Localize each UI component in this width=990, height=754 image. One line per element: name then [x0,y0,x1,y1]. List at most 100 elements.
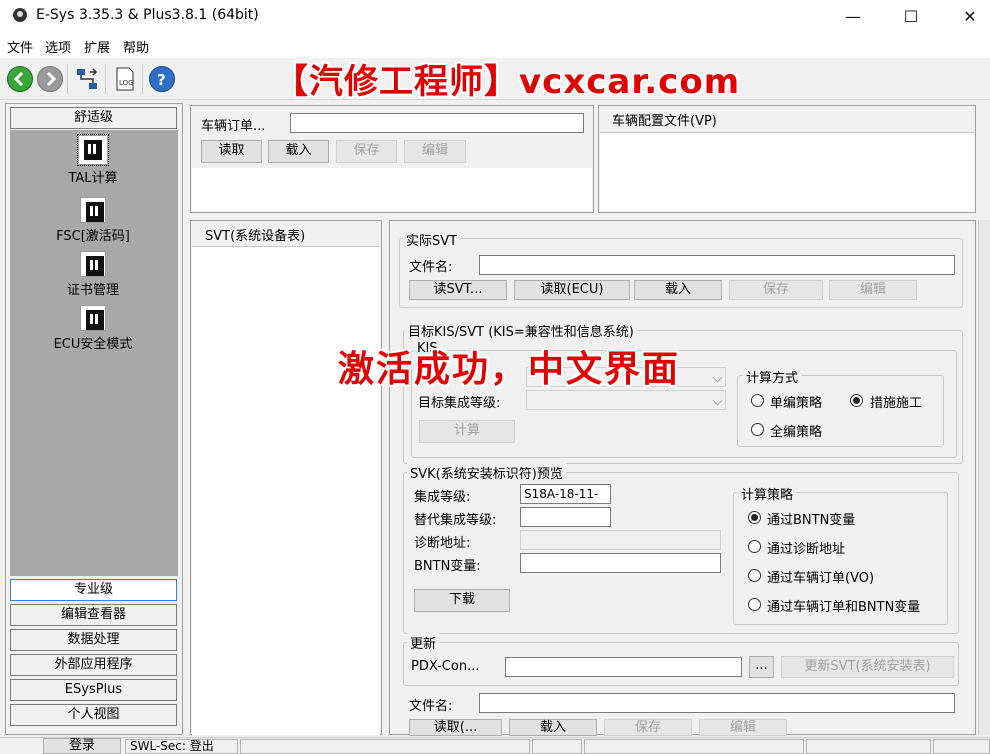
strategy-label-vo-bntn: 通过车辆订单和BNTN变量 [767,600,921,615]
category-editor-viewer[interactable]: 编辑查看器 [10,604,177,626]
tool-label: FSC[激活码] [56,229,130,244]
category-personal-view[interactable]: 个人视图 [10,704,177,726]
strategy-radio-vo[interactable] [748,569,761,582]
browse-button[interactable]: ... [749,656,774,678]
strategy-label-diag: 通过诊断地址 [767,542,846,557]
tool-certificate-management[interactable]: 证书管理 [20,251,166,298]
svk-alt-integration-field[interactable] [520,507,611,527]
category-external-apps[interactable]: 外部应用程序 [10,654,177,676]
update-load-button[interactable]: 载入 [509,719,597,736]
status-cell [806,739,931,754]
category-comfort[interactable]: 舒适级 [10,107,177,129]
svk-alt-integration-label: 替代集成等级: [414,513,497,528]
vertical-scrollbar[interactable] [978,220,990,735]
chevron-down-icon [712,395,723,406]
tool-tal-calculation[interactable]: TAL计算 [20,134,166,186]
login-button[interactable]: 登录 [43,738,121,754]
update-read-button[interactable]: 读取(... [409,719,502,736]
save-svt-button[interactable]: 保存 [729,280,823,300]
tool-label: ECU安全模式 [53,337,133,352]
toolbar-separator [142,64,143,94]
menu-options[interactable]: 选项 [45,37,71,56]
module-chip-icon [77,134,109,166]
load-svt-button[interactable]: 载入 [634,280,722,300]
read-ecu-button[interactable]: 读取(ECU) [514,280,630,300]
download-button[interactable]: 下载 [414,589,510,612]
menu-extensions[interactable]: 扩展 [84,37,110,56]
minimize-button[interactable]: — [830,0,876,32]
menu-file[interactable]: 文件 [7,37,33,56]
save-button[interactable]: 保存 [336,140,397,163]
update-save-button[interactable]: 保存 [604,719,692,736]
menu-help[interactable]: 帮助 [123,37,149,56]
svg-text:LOG: LOG [119,79,134,87]
forward-arrow-icon[interactable] [37,66,63,92]
edit-svt-button[interactable]: 编辑 [829,280,917,300]
status-cell [933,739,990,754]
update-edit-button[interactable]: 编辑 [699,719,787,736]
status-cell [532,739,582,754]
status-cell [584,739,804,754]
category-expert[interactable]: 专业级 [10,579,177,601]
tool-fsc-activation[interactable]: FSC[激活码] [20,197,166,244]
edit-button[interactable]: 编辑 [404,140,466,163]
svk-diag-label: 诊断地址: [414,536,471,551]
pdx-input[interactable] [505,657,742,677]
module-chip-icon [80,251,106,277]
status-cell [240,739,530,754]
calc-mode-label-measure: 措施施工 [870,396,923,411]
svk-bntn-label: BNTN变量: [414,559,481,574]
category-esysplus[interactable]: ESysPlus [10,679,177,701]
calculate-button[interactable]: 计算 [419,420,515,443]
svk-integration-label: 集成等级: [414,490,471,505]
app-icon [13,8,27,22]
target-level-label: 目标集成等级: [418,396,501,411]
svk-diag-field[interactable] [520,530,721,550]
calc-mode-radio-single[interactable] [751,394,764,407]
svk-integration-field[interactable]: S18A-18-11- [520,484,611,504]
strategy-radio-vo-bntn[interactable] [748,598,761,611]
load-button[interactable]: 载入 [268,140,329,163]
vehicle-order-input[interactable] [290,113,584,133]
overlay-message: 激活成功，中文界面 [338,349,681,390]
actual-svt-title: 实际SVT [403,230,461,249]
back-arrow-icon[interactable] [7,66,33,92]
calc-mode-title: 计算方式 [743,367,802,386]
actual-svt-file-label: 文件名: [409,260,453,275]
actual-svt-file-input[interactable] [479,255,955,275]
update-svt-button[interactable]: 更新SVT(系统安装表) [781,656,954,678]
calc-mode-label-full: 全编策略 [770,425,823,440]
update-file-input[interactable] [479,693,955,713]
calc-mode-radio-full[interactable] [751,423,764,436]
tool-label: TAL计算 [68,171,118,186]
maximize-button[interactable]: ☐ [888,0,934,32]
vehicle-order-content [192,168,592,211]
svk-bntn-field[interactable] [520,553,721,573]
strategy-radio-diag[interactable] [748,540,761,553]
calc-strategy-title: 计算策略 [738,484,797,503]
vehicle-profile-content [600,132,974,211]
calc-mode-radio-measure[interactable] [850,394,863,407]
window-title: E-Sys 3.35.3 & Plus3.8.1 (64bit) [36,7,259,23]
toolbar-separator [67,64,68,94]
target-level-combo[interactable] [526,390,726,410]
calc-mode-label-single: 单编策略 [770,396,823,411]
read-svt-button[interactable]: 读SVT... [409,280,507,300]
close-button[interactable]: ✕ [947,0,990,32]
strategy-radio-bntn[interactable] [748,511,761,524]
module-chip-icon [80,197,106,223]
pdx-label: PDX-Con... [411,659,480,674]
category-data-processing[interactable]: 数据处理 [10,629,177,651]
target-kis-svt-title: 目标KIS/SVT (KIS=兼容性和信息系统) [405,321,637,340]
read-button[interactable]: 读取 [201,140,262,163]
module-chip-icon [80,305,106,331]
help-icon[interactable]: ? [149,66,175,92]
svt-panel-title: SVT(系统设备表) [205,229,306,244]
tool-label: 证书管理 [66,283,119,298]
watermark-text: 【汽修工程师】vcxcar.com [274,62,741,102]
network-connect-icon[interactable] [74,66,100,92]
svt-tree[interactable] [192,246,380,735]
svg-text:?: ? [157,71,166,89]
log-file-icon[interactable]: LOG [112,66,138,92]
tool-ecu-security-mode[interactable]: ECU安全模式 [20,305,166,352]
